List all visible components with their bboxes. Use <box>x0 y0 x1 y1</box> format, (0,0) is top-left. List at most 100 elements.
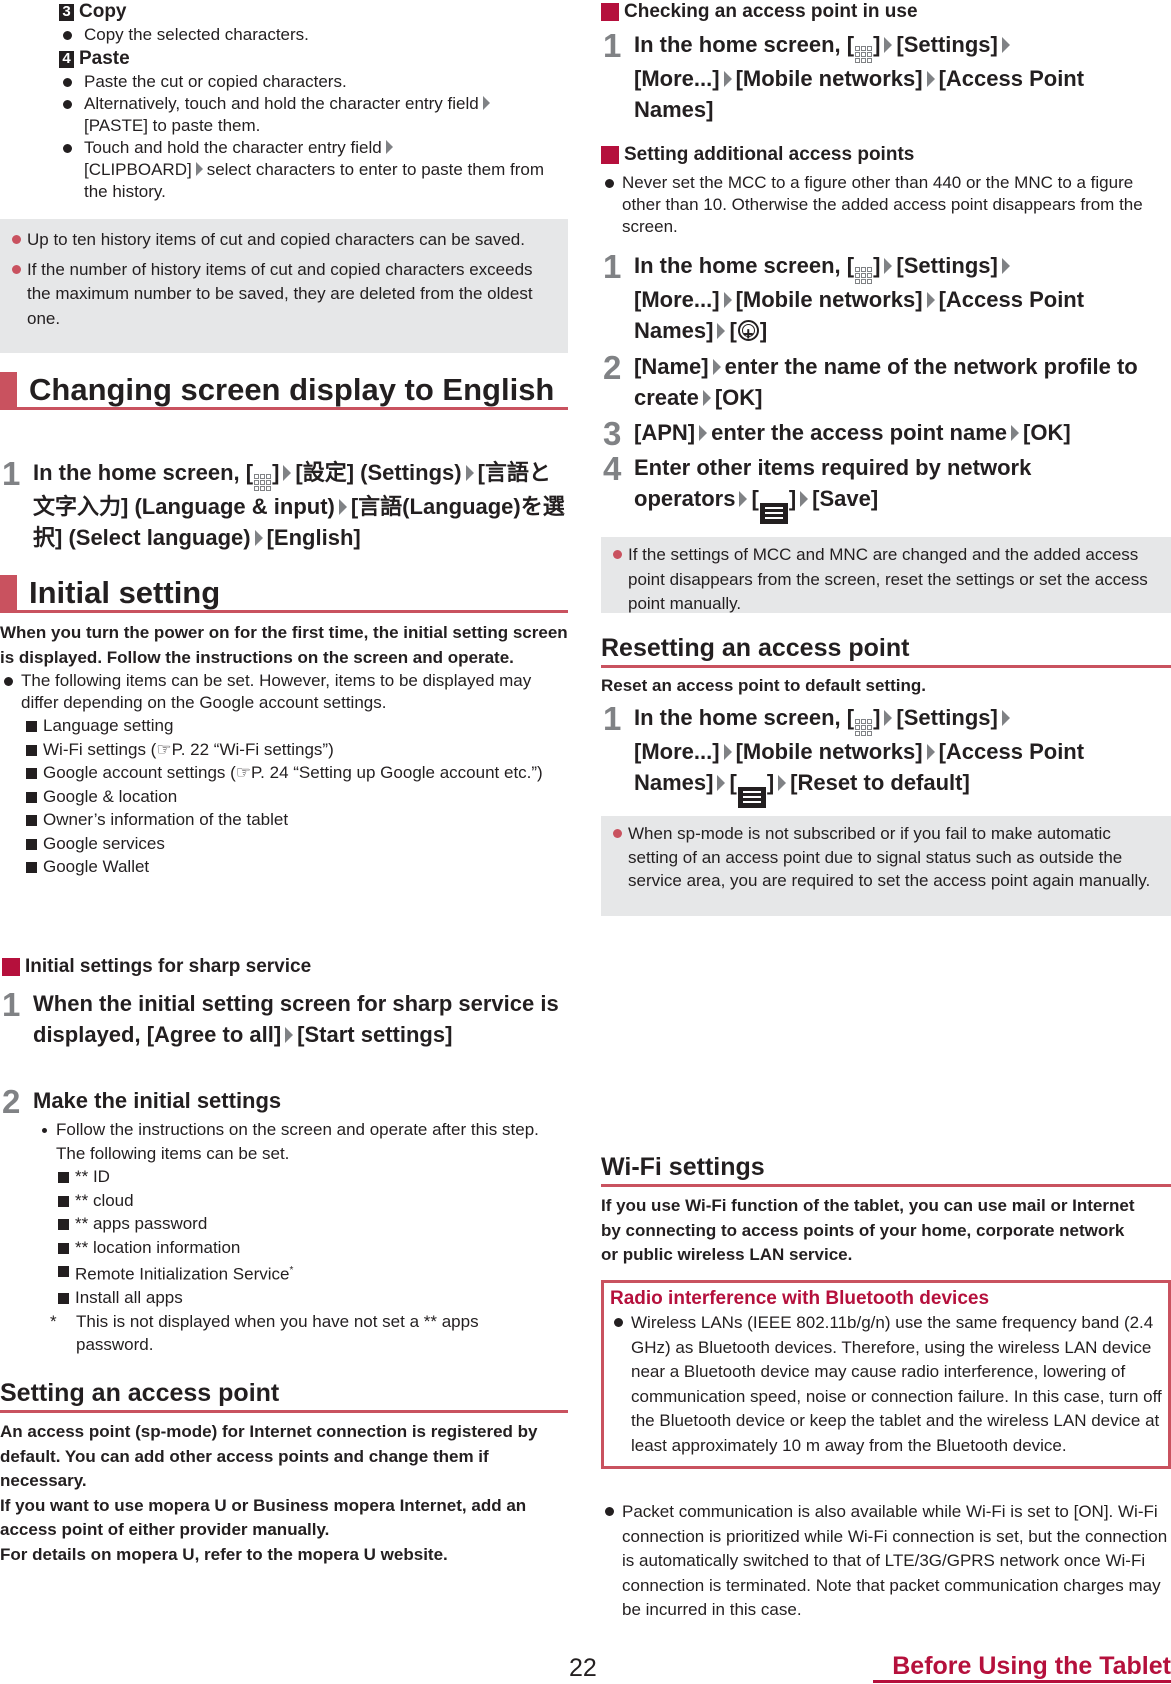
step-number: 1 <box>2 455 21 492</box>
menu-icon <box>737 786 766 808</box>
section-heading-english: Changing screen display to English <box>0 372 568 410</box>
bluetooth-warning-box: Radio interference with Bluetooth device… <box>601 1280 1171 1469</box>
step-1-sharp: 1 When the initial setting screen for sh… <box>2 986 559 1047</box>
copy-title: Copy <box>79 1 127 22</box>
arrow-right-icon <box>254 530 263 546</box>
apps-grid-icon <box>855 267 873 284</box>
list-item: Paste the cut or copied characters. <box>59 71 569 93</box>
arrow-right-icon <box>702 390 711 406</box>
arrow-right-icon <box>926 71 935 87</box>
arrow-right-icon <box>195 162 203 176</box>
arrow-right-icon <box>465 465 474 481</box>
intro-text: If you use Wi-Fi function of the tablet,… <box>601 1196 1135 1264</box>
footnote: * This is not displayed when you have no… <box>50 1311 479 1355</box>
list-item: ** location information <box>54 1236 568 1260</box>
step-number: 2 <box>2 1083 21 1120</box>
step-number: 2 <box>603 349 622 386</box>
step-1-additional: 1 In the home screen, [] [Settings] [More.… <box>601 248 1171 350</box>
step-number: 1 <box>603 27 622 64</box>
section-heading-wifi: Wi-Fi settings <box>601 1152 1171 1187</box>
red-square-marker <box>601 3 619 21</box>
list-item: Google Wallet <box>22 855 568 879</box>
arrow-right-icon <box>778 775 787 791</box>
list-item: Copy the selected characters. <box>59 24 559 46</box>
sharp-heading: Initial settings for sharp service <box>2 955 311 979</box>
list-item: Install all apps <box>54 1286 568 1310</box>
arrow-right-icon <box>385 140 393 154</box>
list-item: Language setting <box>22 714 568 738</box>
red-square-marker <box>2 958 20 976</box>
warning-title: Radio interference with Bluetooth device… <box>610 1288 990 1309</box>
note-box: If the settings of MCC and MNC are chang… <box>601 537 1171 613</box>
step-number: 3 <box>603 415 622 452</box>
sharp-items: Follow the instructions on the screen an… <box>36 1118 568 1357</box>
apps-grid-icon <box>254 474 272 491</box>
list-item: The following items can be set. However,… <box>0 670 568 714</box>
list-item: Alternatively, touch and hold the charac… <box>59 93 569 137</box>
access-point-body: An access point (sp-mode) for Internet c… <box>0 1420 568 1567</box>
arrow-right-icon <box>717 775 726 791</box>
list-item: Google services <box>22 832 568 856</box>
list-item: Packet communication is also available w… <box>601 1500 1171 1623</box>
paste-section: 4 Paste Paste the cut or copied characte… <box>59 47 569 203</box>
number-4-badge: 4 <box>59 50 74 68</box>
intro-text: When you turn the power on for the first… <box>0 623 568 667</box>
section-heading-access-point: Setting an access point <box>0 1378 568 1413</box>
step-1-checking: 1 In the home screen, [] [Settings] [More.… <box>603 27 1085 122</box>
arrow-right-icon <box>717 323 726 339</box>
arrow-right-icon <box>884 258 893 274</box>
list-item: Google & location <box>22 785 568 809</box>
note-box: Up to ten history items of cut and copie… <box>0 219 568 353</box>
step-number: 1 <box>2 986 21 1023</box>
initial-setting-body: When you turn the power on for the first… <box>0 621 568 879</box>
step-1-resetting: 1 In the home screen, [] [Settings] [More.… <box>601 702 1171 808</box>
paragraph: If you want to use mopera U or Business … <box>0 1495 527 1540</box>
list-item: Remote Initialization Service* <box>54 1259 568 1286</box>
arrow-right-icon <box>712 359 721 375</box>
apps-grid-icon <box>855 719 873 736</box>
paragraph: For details on mopera U, refer to the mo… <box>0 1544 448 1564</box>
list-item: ** apps password <box>54 1212 568 1236</box>
list-item: ** ID <box>54 1165 568 1189</box>
list-item: ** cloud <box>54 1189 568 1213</box>
red-square-marker <box>601 146 619 164</box>
arrow-right-icon <box>884 37 893 53</box>
additional-steps: 1 In the home screen, [] [Settings] [More.… <box>601 250 1171 524</box>
arrow-right-icon <box>285 1027 294 1043</box>
copy-heading: 3 Copy <box>59 0 559 24</box>
number-3-badge: 3 <box>59 3 74 21</box>
arrow-right-icon <box>739 491 748 507</box>
page-number: 22 <box>569 1654 597 1682</box>
arrow-right-icon <box>1001 710 1010 726</box>
arrow-right-icon <box>1001 258 1010 274</box>
arrow-right-icon <box>884 710 893 726</box>
step-number: 1 <box>603 248 622 285</box>
list-item: Follow the instructions on the screen an… <box>36 1118 568 1165</box>
step-number: 4 <box>603 450 622 487</box>
step-number: 1 <box>603 700 622 737</box>
arrow-right-icon <box>283 465 292 481</box>
arrow-right-icon <box>338 499 347 515</box>
list-item: Touch and hold the character entry field… <box>59 137 569 203</box>
note-item: When sp-mode is not subscribed or if you… <box>603 822 1161 893</box>
list-item: Google account settings (☞P. 24 “Setting… <box>22 761 568 785</box>
note-item: Up to ten history items of cut and copie… <box>2 228 558 253</box>
arrow-right-icon <box>1001 37 1010 53</box>
list-item: Owner’s information of the tablet <box>22 808 568 832</box>
step-1-english: 1 In the home screen, [] [設定] (Settings)[… <box>2 455 565 550</box>
copy-section: 3 Copy Copy the selected characters. <box>59 0 559 46</box>
intro-text: Reset an access point to default setting… <box>601 676 926 695</box>
chapter-title: Before Using the Tablet <box>873 1652 1171 1683</box>
paste-heading: 4 Paste <box>59 47 569 71</box>
step-3-additional: 3 [APN] enter the access point name [OK] <box>603 415 1071 452</box>
section-heading-initial-setting: Initial setting <box>0 575 568 613</box>
list-item: Wi-Fi settings (☞P. 22 “Wi-Fi settings”) <box>22 738 568 762</box>
arrow-right-icon <box>699 425 708 441</box>
arrow-right-icon <box>800 491 809 507</box>
note-item: If the settings of MCC and MNC are chang… <box>603 543 1161 617</box>
arrow-right-icon <box>723 744 732 760</box>
list-item: Wireless LANs (IEEE 802.11b/g/n) use the… <box>610 1311 1162 1458</box>
arrow-right-icon <box>926 744 935 760</box>
paste-title: Paste <box>79 48 130 69</box>
checking-heading: Checking an access point in use <box>601 0 918 24</box>
